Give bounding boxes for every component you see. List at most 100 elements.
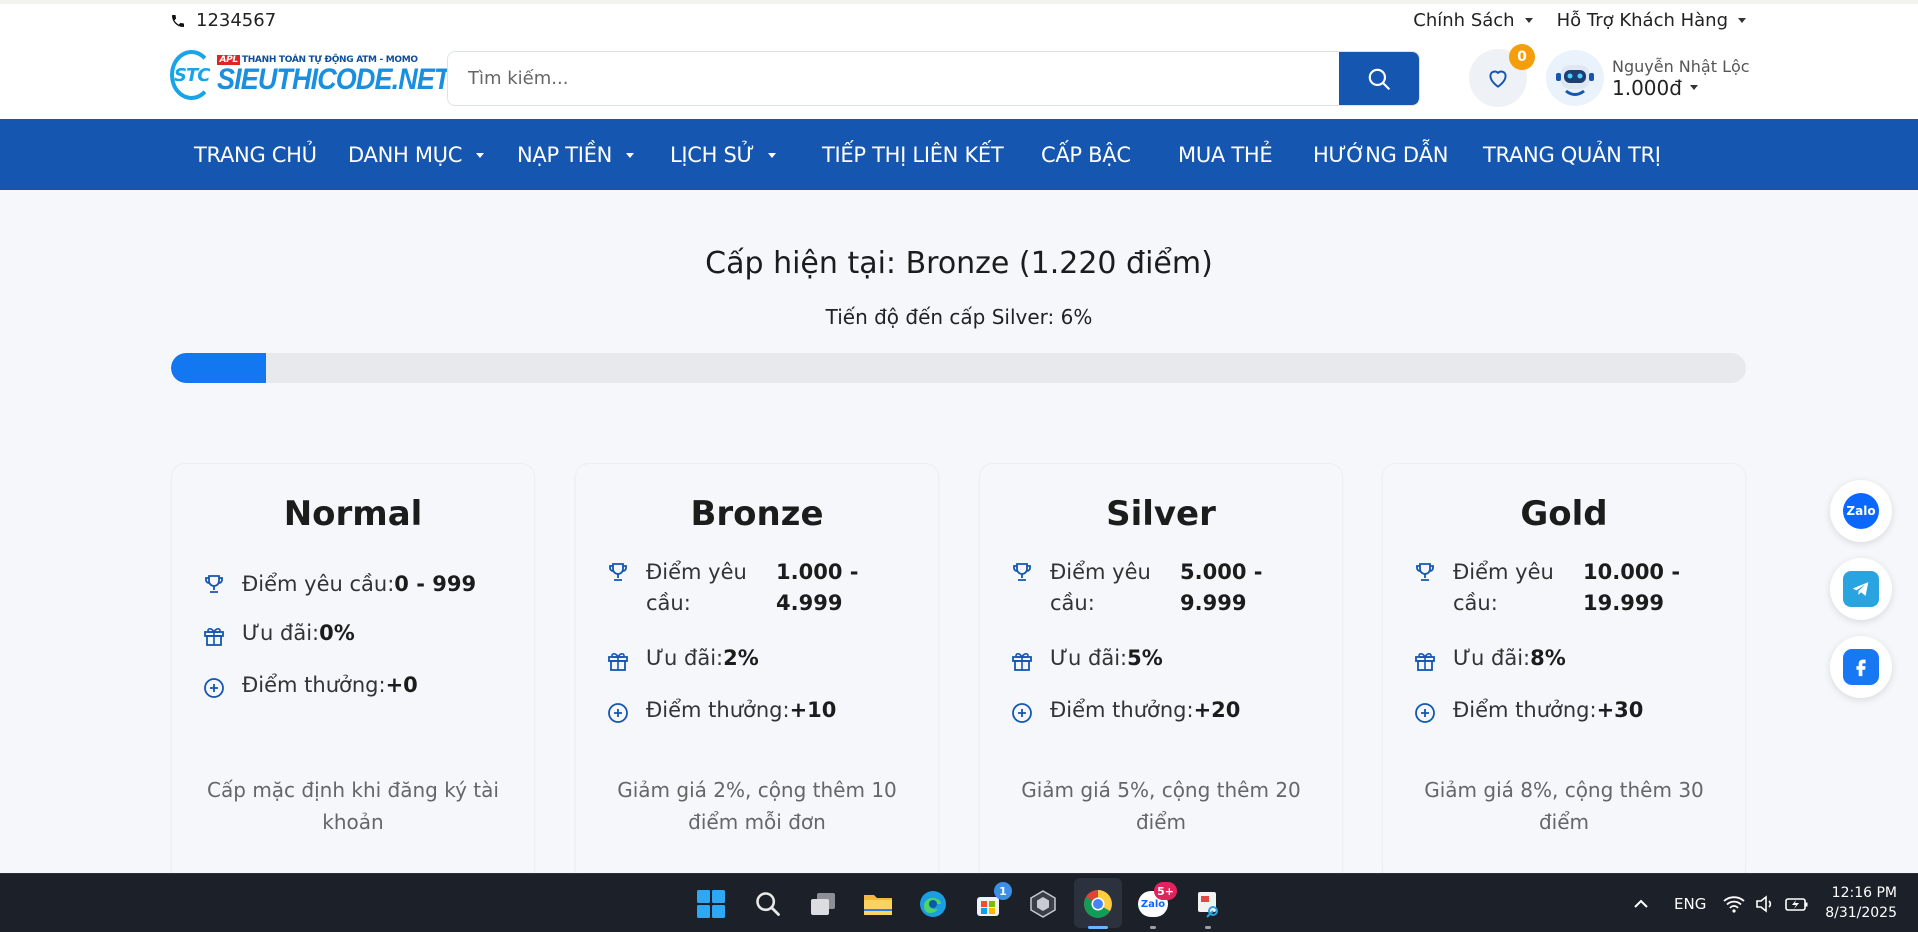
facebook-icon xyxy=(1843,649,1879,685)
nav-history[interactable]: LỊCH SỬ xyxy=(670,143,777,167)
policy-label: Chính Sách xyxy=(1413,10,1515,31)
required-points-value: 10.000 - 19.999 xyxy=(1583,560,1681,615)
logo-name: SIEUTHICODE.NET xyxy=(217,63,450,96)
trophy-icon xyxy=(609,563,627,581)
tier-required-points: Điểm yêu cầu: 5.000 - 9.999 xyxy=(1010,557,1322,619)
os-taskbar: 1 Zalo 5+ ENG 12:16 PM 8/31/2025 xyxy=(0,873,1918,932)
trophy-icon xyxy=(1013,563,1031,581)
tier-name: Bronze xyxy=(690,494,824,534)
chevron-down-icon xyxy=(1689,85,1698,90)
zalo-app-label: Zalo xyxy=(1140,898,1166,910)
nav-buy-card[interactable]: MUA THẺ xyxy=(1178,143,1273,167)
chevron-down-icon xyxy=(1738,18,1746,23)
gift-icon xyxy=(1415,653,1435,671)
support-dropdown[interactable]: Hỗ Trợ Khách Hàng xyxy=(1557,10,1746,31)
tier-discount: Ưu đãi: 8% xyxy=(1413,646,1725,673)
nav-label: DANH MỤC xyxy=(348,143,463,167)
snipping-running-indicator xyxy=(1205,926,1211,929)
telegram-button[interactable] xyxy=(1830,558,1892,620)
language-indicator[interactable]: ENG xyxy=(1674,874,1706,932)
user-menu[interactable]: Nguyễn Nhật Lộc 1.000đ xyxy=(1546,50,1750,106)
system-clock[interactable]: 12:16 PM 8/31/2025 xyxy=(1825,883,1897,923)
required-points-value: 0 - 999 xyxy=(394,572,477,596)
tier-bonus-points: Điểm thưởng: +20 xyxy=(1010,698,1322,725)
nav-levels[interactable]: CẤP BẬC xyxy=(1041,143,1131,167)
bonus-points-label: Điểm thưởng: xyxy=(646,698,790,722)
logo-mark: STC xyxy=(170,50,214,100)
trophy-icon xyxy=(1416,563,1434,581)
discount-value: 0% xyxy=(319,621,355,645)
search-input[interactable] xyxy=(448,52,1328,105)
required-points-label: Điểm yêu cầu: xyxy=(1050,560,1151,615)
policy-dropdown[interactable]: Chính Sách xyxy=(1413,10,1533,31)
phone-contact[interactable]: 1234567 xyxy=(170,10,276,31)
tier-name: Silver xyxy=(1106,494,1216,534)
nav-categories[interactable]: DANH MỤC xyxy=(348,143,485,167)
discount-value: 2% xyxy=(723,646,759,670)
plus-circle-icon xyxy=(1012,703,1032,723)
avatar xyxy=(1546,50,1604,106)
tier-required-points: Điểm yêu cầu: 10.000 - 19.999 xyxy=(1413,557,1725,619)
nav-label: TRANG CHỦ xyxy=(194,143,317,167)
phone-icon xyxy=(172,14,184,27)
zalo-chat-button[interactable]: Zalo xyxy=(1830,480,1892,542)
required-points-label: Điểm yêu cầu: xyxy=(646,560,747,615)
volume-icon xyxy=(1756,894,1772,913)
logo-text: APL THANH TOÁN TỰ ĐỘNG ATM - MOMO SIEUTHI… xyxy=(217,55,475,95)
heart-icon xyxy=(1489,70,1507,88)
tier-card-normal: Normal Điểm yêu cầu: 0 - 999 Ưu đãi: 0% Điểm … xyxy=(171,463,535,883)
tier-discount: Ưu đãi: 2% xyxy=(606,646,918,673)
nav-affiliate[interactable]: TIẾP THỊ LIÊN KẾT xyxy=(822,143,1004,167)
robot-avatar-icon xyxy=(1556,65,1594,96)
chrome-icon xyxy=(1084,890,1112,918)
chevron-down-icon xyxy=(476,152,485,158)
discount-label: Ưu đãi: xyxy=(646,646,724,670)
start-button[interactable] xyxy=(693,886,729,922)
nav-home[interactable]: TRANG CHỦ xyxy=(194,143,317,167)
bonus-points-value: +10 xyxy=(789,698,837,722)
nav-label: TIẾP THỊ LIÊN KẾT xyxy=(822,143,1004,167)
bonus-points-label: Điểm thưởng: xyxy=(1453,698,1597,722)
gift-icon xyxy=(204,628,224,646)
site-header: STC APL THANH TOÁN TỰ ĐỘNG ATM - MOMO SIE… xyxy=(0,36,1918,119)
hexagon-app-icon xyxy=(1030,890,1056,918)
telegram-icon xyxy=(1843,571,1879,607)
required-points-value: 1.000 - 4.999 xyxy=(776,560,859,615)
required-points-value: 5.000 - 9.999 xyxy=(1180,560,1263,615)
current-level-title: Cấp hiện tại: Bronze (1.220 điểm) xyxy=(705,246,1213,281)
nav-admin[interactable]: TRANG QUẢN TRỊ xyxy=(1483,143,1661,167)
level-progress-fill xyxy=(171,353,266,383)
tier-card-silver: Silver Điểm yêu cầu: 5.000 - 9.999 Ưu đãi: 5… xyxy=(979,463,1343,883)
store-button[interactable]: 1 xyxy=(970,882,1012,922)
edge-icon xyxy=(920,891,946,917)
nav-deposit[interactable]: NẠP TIỀN xyxy=(517,143,635,167)
tier-discount: Ưu đãi: 5% xyxy=(1010,646,1322,673)
tier-name: Normal xyxy=(283,494,423,534)
battery-icon xyxy=(1785,897,1808,911)
trophy-icon xyxy=(205,575,223,593)
tier-description: Giảm giá 2%, cộng thêm 10 điểm mỗi đơn xyxy=(617,778,897,834)
clock-time: 12:16 PM xyxy=(1831,885,1897,901)
snipping-tool-button[interactable] xyxy=(1190,886,1226,922)
tier-discount: Ưu đãi: 0% xyxy=(202,621,514,648)
system-tray-status[interactable] xyxy=(1723,874,1809,932)
nav-guide[interactable]: HƯỚNG DẪN xyxy=(1313,143,1448,167)
file-explorer-button[interactable] xyxy=(860,886,896,922)
support-label: Hỗ Trợ Khách Hàng xyxy=(1556,10,1728,31)
snipping-tool-icon xyxy=(1198,892,1218,918)
edge-browser-button[interactable] xyxy=(915,886,951,922)
user-balance: 1.000đ xyxy=(1612,75,1682,100)
zalo-icon: Zalo xyxy=(1843,493,1879,529)
wishlist-button[interactable]: 0 xyxy=(1469,44,1535,107)
zalo-app-button[interactable]: Zalo 5+ xyxy=(1135,882,1177,922)
task-view-button[interactable] xyxy=(805,886,841,922)
app-button[interactable] xyxy=(1025,886,1061,922)
tier-bonus-points: Điểm thưởng: +0 xyxy=(202,673,514,700)
search-button[interactable] xyxy=(1339,52,1419,105)
taskbar-search-button[interactable] xyxy=(750,886,786,922)
plus-circle-icon xyxy=(1415,703,1435,723)
site-logo[interactable]: STC APL THANH TOÁN TỰ ĐỘNG ATM - MOMO SIE… xyxy=(170,49,451,101)
facebook-button[interactable] xyxy=(1830,636,1892,698)
show-hidden-icons-button[interactable] xyxy=(1632,874,1650,932)
chrome-button[interactable] xyxy=(1080,886,1116,922)
